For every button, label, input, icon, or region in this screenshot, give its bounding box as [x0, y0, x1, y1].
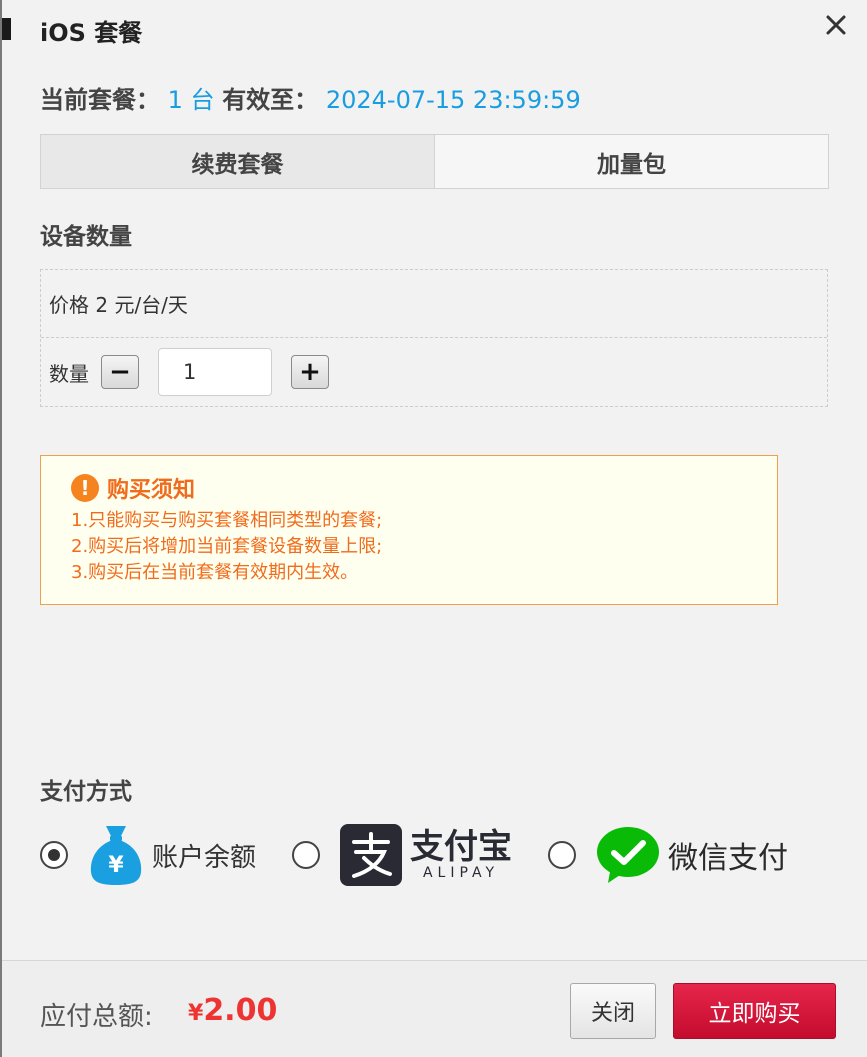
wechat-pay-label: 微信支付: [668, 841, 789, 876]
alipay-sublabel: ALIPAY: [422, 865, 500, 881]
notice-line: 3.购买后在当前套餐有效期内生效。: [71, 562, 359, 583]
payment-method-title: 支付方式: [40, 779, 132, 805]
notice-title: 购买须知: [107, 478, 196, 503]
currency-symbol: ¥: [188, 1001, 204, 1026]
total-label: 应付总额:: [40, 1002, 153, 1032]
buy-now-button[interactable]: 立即购买: [673, 983, 836, 1039]
wechat-pay-icon: [596, 826, 660, 884]
radio-alipay[interactable]: [292, 841, 321, 869]
close-button[interactable]: 关闭: [570, 983, 656, 1039]
tab-add-on-pack[interactable]: 加量包: [435, 135, 828, 188]
current-plan-count: 1 台: [167, 86, 215, 114]
alipay-wordmark: 支付宝 ALIPAY: [410, 829, 512, 881]
plan-tabs: 续费套餐 加量包: [40, 134, 829, 189]
svg-text:¥: ¥: [108, 853, 124, 878]
notice-line: 2.购买后将增加当前套餐设备数量上限;: [71, 536, 383, 557]
quantity-label: 数量: [49, 361, 89, 386]
warning-icon: !: [71, 474, 99, 502]
money-bag-icon: ¥: [88, 824, 144, 886]
device-count-box: 价格 2 元/台/天 数量 − +: [40, 269, 828, 407]
window-edge-mark: [2, 18, 11, 40]
minus-icon: −: [109, 357, 131, 387]
dialog-title: iOS 套餐: [40, 19, 143, 47]
total-value: 2.00: [203, 993, 278, 1028]
alipay-logo-icon: [340, 824, 403, 886]
quantity-input[interactable]: [158, 348, 272, 396]
ios-plan-dialog: iOS 套餐 当前套餐： 1 台 有效至： 2024-07-15 23:59:5…: [0, 0, 867, 1057]
radio-wechat-pay[interactable]: [548, 841, 577, 869]
device-count-title: 设备数量: [40, 224, 132, 250]
purchase-notice: ! 购买须知 1.只能购买与购买套餐相同类型的套餐; 2.购买后将增加当前套餐设…: [40, 455, 778, 605]
payment-methods: ¥ 账户余额 支付宝 ALIPAY 微信支付: [40, 820, 840, 890]
quantity-plus-button[interactable]: +: [291, 355, 329, 389]
alipay-label: 支付宝: [410, 827, 513, 867]
quantity-row: 数量 − +: [41, 338, 827, 406]
expiry-value: 2024-07-15 23:59:59: [325, 86, 581, 114]
quantity-minus-button[interactable]: −: [101, 355, 139, 389]
account-balance-label: 账户余额: [152, 842, 257, 873]
tab-renew-plan[interactable]: 续费套餐: [41, 135, 435, 188]
price-row: 价格 2 元/台/天: [41, 270, 827, 338]
current-plan-info: 当前套餐： 1 台 有效至： 2024-07-15 23:59:59: [40, 80, 581, 115]
expiry-label: 有效至：: [222, 86, 319, 114]
dialog-footer: 应付总额: ¥2.00 关闭 立即购买: [2, 960, 867, 1057]
radio-account-balance[interactable]: [40, 841, 68, 869]
plus-icon: +: [299, 357, 321, 387]
notice-header: ! 购买须知: [71, 472, 777, 504]
radio-selected-dot: [48, 849, 60, 861]
close-icon[interactable]: [821, 10, 851, 40]
notice-line: 1.只能购买与购买套餐相同类型的套餐;: [71, 510, 383, 531]
price-text: 价格 2 元/台/天: [49, 293, 188, 317]
total-amount: ¥2.00: [188, 993, 277, 1028]
current-plan-label: 当前套餐：: [40, 86, 160, 114]
